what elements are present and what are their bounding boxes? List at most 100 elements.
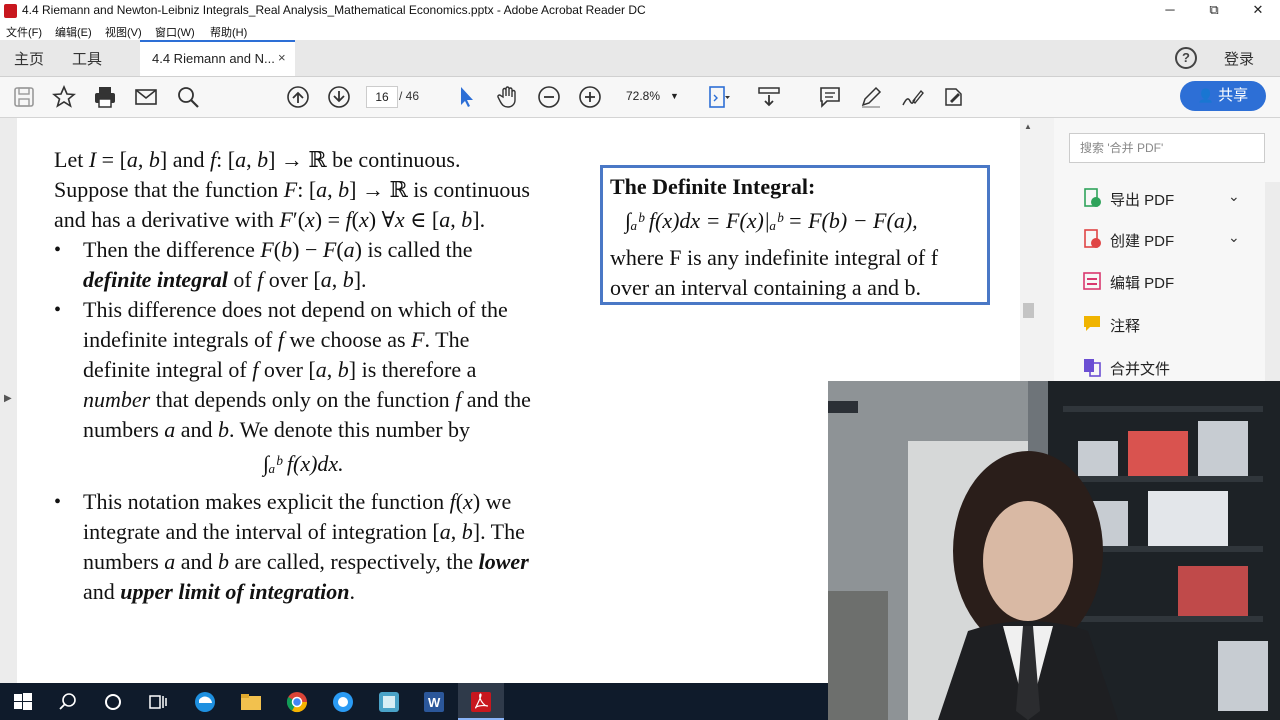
share-button[interactable]: 👤 共享 — [1180, 81, 1266, 111]
star-icon[interactable] — [51, 84, 77, 109]
page-number-input[interactable]: 16 — [366, 86, 398, 108]
menu-edit[interactable]: 编辑(E) — [55, 24, 92, 40]
sign-icon[interactable] — [900, 85, 924, 109]
bullet-1-line-2: definite integral of f over [a, b]. — [83, 267, 367, 292]
select-cursor-icon[interactable] — [455, 85, 479, 109]
intro-line-2: Suppose that the function F: [a, b] → ℝ … — [54, 177, 530, 202]
file-explorer-icon[interactable] — [238, 689, 264, 715]
definite-integral-box: The Definite Integral: ∫ₐᵇ f(x)dx = F(x)… — [600, 165, 990, 305]
tab-tools[interactable]: 工具 — [72, 48, 102, 69]
menu-bar: 文件(F) 编辑(E) 视图(V) 窗口(W) 帮助(H) — [0, 22, 1280, 40]
combine-files-label: 合并文件 — [1110, 361, 1171, 378]
combine-files-icon — [1082, 357, 1102, 377]
bullet-3-line-3: numbers a and b are called, respectively… — [83, 549, 529, 574]
box-formula: ∫ₐᵇ f(x)dx = F(x)|ₐᵇ = F(b) − F(a), — [625, 208, 918, 233]
bullet-3-dot: • — [54, 491, 62, 513]
fit-page-icon[interactable] — [706, 85, 730, 109]
bullet-2-line-1: This difference does not depend on which… — [83, 297, 508, 322]
print-icon[interactable] — [93, 85, 117, 109]
windows-taskbar: W — [0, 683, 828, 720]
export-pdf-item[interactable]: 导出 PDF ⌄ — [1082, 185, 1272, 213]
prev-page-icon[interactable] — [286, 85, 310, 109]
next-page-icon[interactable] — [327, 85, 351, 109]
tab-document[interactable]: 4.4 Riemann and N... × — [140, 40, 295, 76]
window-title: 4.4 Riemann and Newton-Leibniz Integrals… — [22, 3, 646, 17]
tools-search-input[interactable]: 搜索 '合并 PDF' — [1069, 133, 1265, 163]
bullet-2-line-5: numbers a and b. We denote this number b… — [83, 417, 471, 442]
help-icon[interactable]: ? — [1175, 47, 1197, 69]
toolbar: 16 / 46 72.8% ▼ 👤 共享 — [0, 77, 1280, 118]
login-button[interactable]: 登录 — [1224, 48, 1254, 69]
box-line-2: over an interval containing a and b. — [610, 275, 921, 300]
search-icon[interactable] — [55, 689, 81, 715]
left-panel-toggle[interactable]: ▶ — [0, 118, 18, 683]
box-title: The Definite Integral: — [610, 174, 816, 199]
messenger-icon[interactable] — [330, 689, 356, 715]
acrobat-icon — [4, 4, 17, 18]
restore-button[interactable]: ⧉ — [1192, 0, 1236, 22]
bullet-2-line-3: definite integral of f over [a, b] is th… — [83, 357, 477, 382]
tab-bar: 主页 工具 4.4 Riemann and N... × ? 登录 — [0, 40, 1280, 77]
bullet-3-line-2: integrate and the interval of integratio… — [83, 519, 525, 544]
comment-icon[interactable] — [818, 85, 842, 109]
zoom-out-icon[interactable] — [537, 85, 561, 109]
hand-tool-icon[interactable] — [496, 85, 520, 109]
tab-home[interactable]: 主页 — [14, 48, 44, 69]
create-pdf-item[interactable]: 创建 PDF ⌄ — [1082, 226, 1272, 254]
chevron-down-icon[interactable]: ⌄ — [1228, 188, 1240, 205]
comment-item[interactable]: 注释 — [1082, 311, 1272, 339]
word-icon[interactable]: W — [421, 689, 447, 715]
save-icon[interactable] — [12, 85, 36, 109]
bullet-2-line-2: indefinite integrals of f we choose as F… — [83, 327, 470, 352]
edge-browser-icon[interactable] — [192, 689, 218, 715]
menu-window[interactable]: 窗口(W) — [155, 24, 195, 40]
svg-text:W: W — [428, 695, 441, 710]
combine-files-item[interactable]: 合并文件 — [1082, 354, 1272, 382]
email-icon[interactable] — [134, 85, 158, 109]
app-icon[interactable] — [376, 689, 402, 715]
page-total: / 46 — [399, 89, 420, 103]
intro-line-1: Let I = [a, b] and f: [a, b] → ℝ be cont… — [54, 147, 461, 172]
webcam-video — [828, 381, 1280, 720]
zoom-value: 72.8% — [626, 89, 661, 103]
export-pdf-icon — [1082, 188, 1102, 208]
scroll-up-icon[interactable]: ▲ — [1024, 122, 1032, 131]
zoom-in-icon[interactable] — [578, 85, 602, 109]
menu-help[interactable]: 帮助(H) — [210, 24, 247, 40]
taskbar-active-app[interactable] — [458, 683, 504, 720]
windows-start-icon[interactable] — [10, 689, 36, 715]
share-label: 共享 — [1218, 87, 1249, 104]
panel-divider — [1037, 118, 1054, 383]
acrobat-icon — [468, 689, 494, 715]
edit-pdf-icon — [1082, 271, 1102, 291]
fill-sign-icon[interactable] — [941, 85, 965, 109]
chrome-icon[interactable] — [284, 689, 310, 715]
search-icon[interactable] — [176, 85, 200, 109]
tools-panel: 搜索 '合并 PDF' 导出 PDF ⌄ 创建 PDF ⌄ 编辑 PDF 注释 … — [1054, 118, 1280, 383]
scroll-mode-icon[interactable] — [757, 85, 781, 109]
comment-label: 注释 — [1110, 318, 1141, 335]
cortana-icon[interactable] — [100, 689, 126, 715]
bullet-1-line-1: Then the difference F(b) − F(a) is calle… — [83, 237, 473, 262]
highlight-pen-icon[interactable] — [859, 85, 883, 109]
menu-file[interactable]: 文件(F) — [6, 24, 42, 40]
box-line-1: where F is any indefinite integral of f — [610, 245, 939, 270]
task-view-icon[interactable] — [145, 689, 171, 715]
bullet-2-dot: • — [54, 299, 62, 321]
minimize-button[interactable]: ─ — [1148, 0, 1192, 22]
panel-scrollbar[interactable] — [1265, 182, 1280, 382]
bullet-1-dot: • — [54, 239, 62, 261]
webcam-scene — [828, 381, 1280, 720]
edit-pdf-item[interactable]: 编辑 PDF — [1082, 268, 1272, 296]
edit-pdf-label: 编辑 PDF — [1110, 275, 1175, 292]
chevron-down-icon[interactable]: ⌄ — [1228, 229, 1240, 246]
scroll-thumb[interactable] — [1023, 303, 1034, 318]
tab-close-button[interactable]: × — [278, 50, 286, 65]
create-pdf-icon — [1082, 229, 1102, 249]
close-button[interactable]: ✕ — [1236, 0, 1280, 22]
menu-view[interactable]: 视图(V) — [105, 24, 142, 40]
bullet-3-line-1: This notation makes explicit the functio… — [83, 489, 512, 514]
add-user-icon: 👤 — [1197, 88, 1214, 103]
tab-document-label: 4.4 Riemann and N... — [152, 51, 275, 66]
zoom-select[interactable]: 72.8% ▼ — [618, 86, 688, 106]
